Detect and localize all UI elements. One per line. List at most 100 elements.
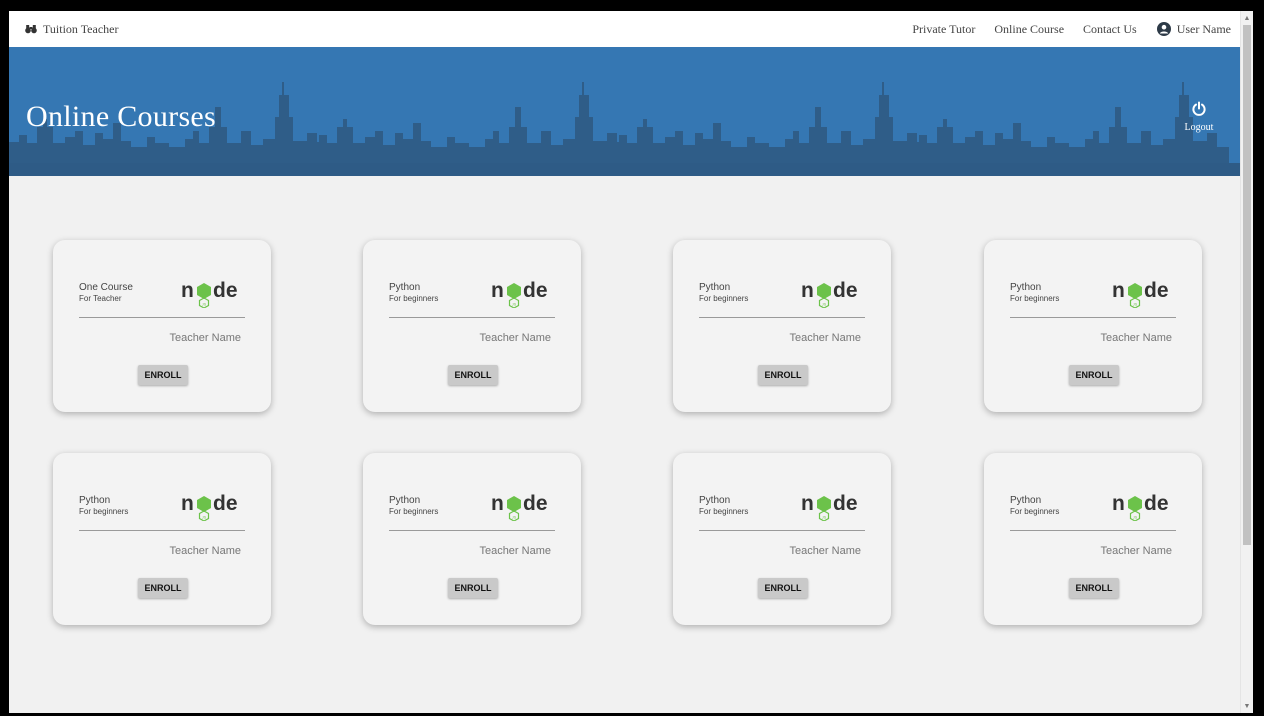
course-title: One Course [79, 282, 133, 293]
teacher-name: Teacher Name [479, 332, 551, 344]
teacher-name: Teacher Name [479, 545, 551, 557]
svg-text:de: de [523, 279, 548, 302]
course-logo: n de JS [181, 278, 247, 313]
course-logo: n de JS [491, 278, 557, 313]
course-subtitle: For beginners [699, 507, 749, 516]
teacher-name: Teacher Name [169, 332, 241, 344]
course-card[interactable]: Python For beginners n de JS Teacher Nam… [984, 240, 1202, 412]
enroll-button[interactable]: ENROLL [758, 578, 808, 598]
svg-text:n: n [491, 279, 504, 302]
card-divider [1010, 317, 1176, 318]
nav-link-private-tutor[interactable]: Private Tutor [912, 22, 975, 37]
nav-links: Private Tutor Online Course Contact Us U… [893, 22, 1231, 37]
svg-text:de: de [213, 492, 238, 515]
svg-text:n: n [801, 279, 814, 302]
course-card[interactable]: Python For beginners n de JS Teacher Nam… [984, 453, 1202, 625]
enroll-button[interactable]: ENROLL [448, 578, 498, 598]
course-card[interactable]: Python For beginners n de JS Teacher Nam… [673, 453, 891, 625]
course-card[interactable]: Python For beginners n de JS Teacher Nam… [363, 453, 581, 625]
svg-text:n: n [491, 492, 504, 515]
course-card[interactable]: One Course For Teacher n de JS Teacher N… [53, 240, 271, 412]
brand-label: Tuition Teacher [43, 21, 119, 36]
svg-text:n: n [1112, 279, 1125, 302]
course-subtitle: For beginners [1010, 507, 1060, 516]
teacher-name: Teacher Name [1100, 332, 1172, 344]
course-title: Python [1010, 282, 1042, 293]
svg-text:JS: JS [822, 302, 827, 306]
logout-label: Logout [1184, 122, 1214, 133]
svg-text:JS: JS [512, 515, 517, 519]
nodejs-logo-icon: n de JS [181, 279, 238, 309]
course-title: Python [699, 495, 731, 506]
binoculars-icon [25, 25, 37, 34]
card-divider [389, 530, 555, 531]
svg-text:n: n [181, 279, 194, 302]
top-navbar: Tuition Teacher Private Tutor Online Cou… [9, 11, 1241, 47]
svg-text:JS: JS [512, 302, 517, 306]
svg-text:JS: JS [202, 302, 207, 306]
course-title: Python [1010, 495, 1042, 506]
enroll-button[interactable]: ENROLL [138, 365, 188, 385]
svg-text:n: n [181, 492, 194, 515]
course-subtitle: For beginners [389, 507, 439, 516]
user-avatar-icon [1156, 22, 1171, 36]
nodejs-logo-icon: n de JS [491, 279, 548, 309]
user-name: User Name [1176, 21, 1231, 36]
brand[interactable]: Tuition Teacher [25, 22, 119, 37]
svg-text:JS: JS [1133, 515, 1138, 519]
page-scrollbar[interactable]: ▲ ▼ [1240, 11, 1253, 713]
teacher-name: Teacher Name [789, 545, 861, 557]
svg-text:n: n [1112, 492, 1125, 515]
course-logo: n de JS [181, 491, 247, 526]
svg-text:de: de [1144, 492, 1169, 515]
course-card[interactable]: Python For beginners n de JS Teacher Nam… [363, 240, 581, 412]
course-title: Python [79, 495, 111, 506]
course-logo: n de JS [801, 491, 867, 526]
nav-link-contact-us[interactable]: Contact Us [1083, 22, 1137, 37]
svg-text:n: n [801, 492, 814, 515]
nodejs-logo-icon: n de JS [801, 492, 858, 522]
card-divider [79, 317, 245, 318]
nav-link-online-course[interactable]: Online Course [994, 22, 1064, 37]
svg-text:JS: JS [822, 515, 827, 519]
svg-text:de: de [1144, 279, 1169, 302]
course-subtitle: For Teacher [79, 294, 122, 303]
nodejs-logo-icon: n de JS [1112, 279, 1169, 309]
svg-text:de: de [833, 279, 858, 302]
enroll-button[interactable]: ENROLL [138, 578, 188, 598]
card-divider [389, 317, 555, 318]
course-title: Python [389, 495, 421, 506]
power-icon [1192, 101, 1206, 116]
nodejs-logo-icon: n de JS [491, 492, 548, 522]
logout-button[interactable]: Logout [1179, 101, 1219, 133]
card-divider [1010, 530, 1176, 531]
svg-text:de: de [833, 492, 858, 515]
nodejs-logo-icon: n de JS [1112, 492, 1169, 522]
course-title: Python [699, 282, 731, 293]
teacher-name: Teacher Name [1100, 545, 1172, 557]
enroll-button[interactable]: ENROLL [448, 365, 498, 385]
enroll-button[interactable]: ENROLL [1069, 365, 1119, 385]
course-logo: n de JS [491, 491, 557, 526]
svg-text:de: de [523, 492, 548, 515]
course-subtitle: For beginners [389, 294, 439, 303]
course-subtitle: For beginners [79, 507, 129, 516]
svg-text:JS: JS [1133, 302, 1138, 306]
course-card[interactable]: Python For beginners n de JS Teacher Nam… [673, 240, 891, 412]
svg-text:JS: JS [202, 515, 207, 519]
enroll-button[interactable]: ENROLL [758, 365, 808, 385]
user-menu[interactable]: User Name [1156, 21, 1231, 37]
card-divider [699, 530, 865, 531]
enroll-button[interactable]: ENROLL [1069, 578, 1119, 598]
course-logo: n de JS [1112, 278, 1178, 313]
teacher-name: Teacher Name [169, 545, 241, 557]
scroll-up-icon[interactable]: ▲ [1243, 13, 1251, 23]
scroll-thumb[interactable] [1243, 25, 1251, 545]
scroll-down-icon[interactable]: ▼ [1243, 701, 1251, 711]
nodejs-logo-icon: n de JS [181, 492, 238, 522]
nodejs-logo-icon: n de JS [801, 279, 858, 309]
hero-banner: Online Courses Logout [9, 47, 1241, 176]
course-title: Python [389, 282, 421, 293]
card-divider [699, 317, 865, 318]
course-card[interactable]: Python For beginners n de JS Teacher Nam… [53, 453, 271, 625]
